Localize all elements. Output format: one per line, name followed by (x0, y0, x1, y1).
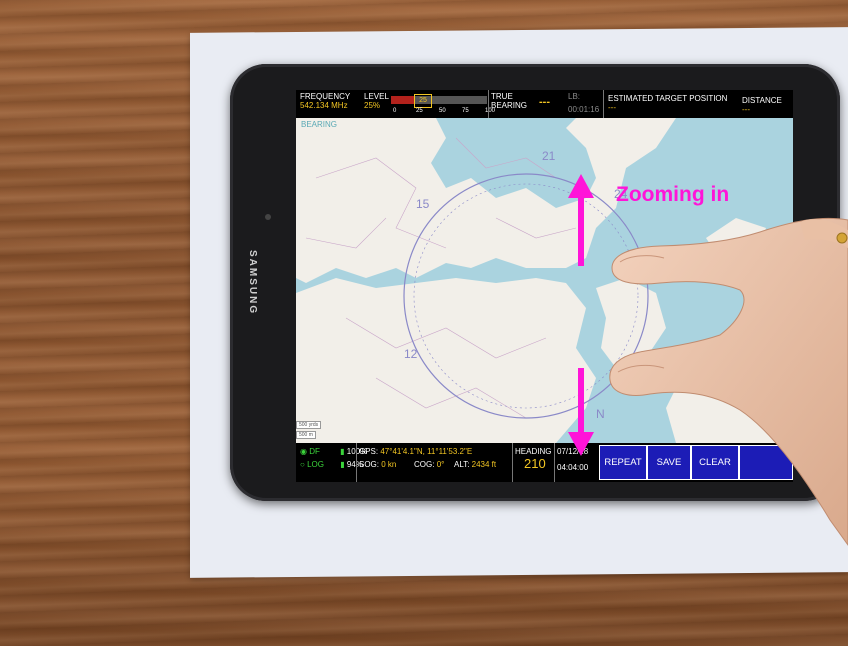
hand-photo (609, 217, 848, 546)
ring-icon (836, 232, 848, 244)
